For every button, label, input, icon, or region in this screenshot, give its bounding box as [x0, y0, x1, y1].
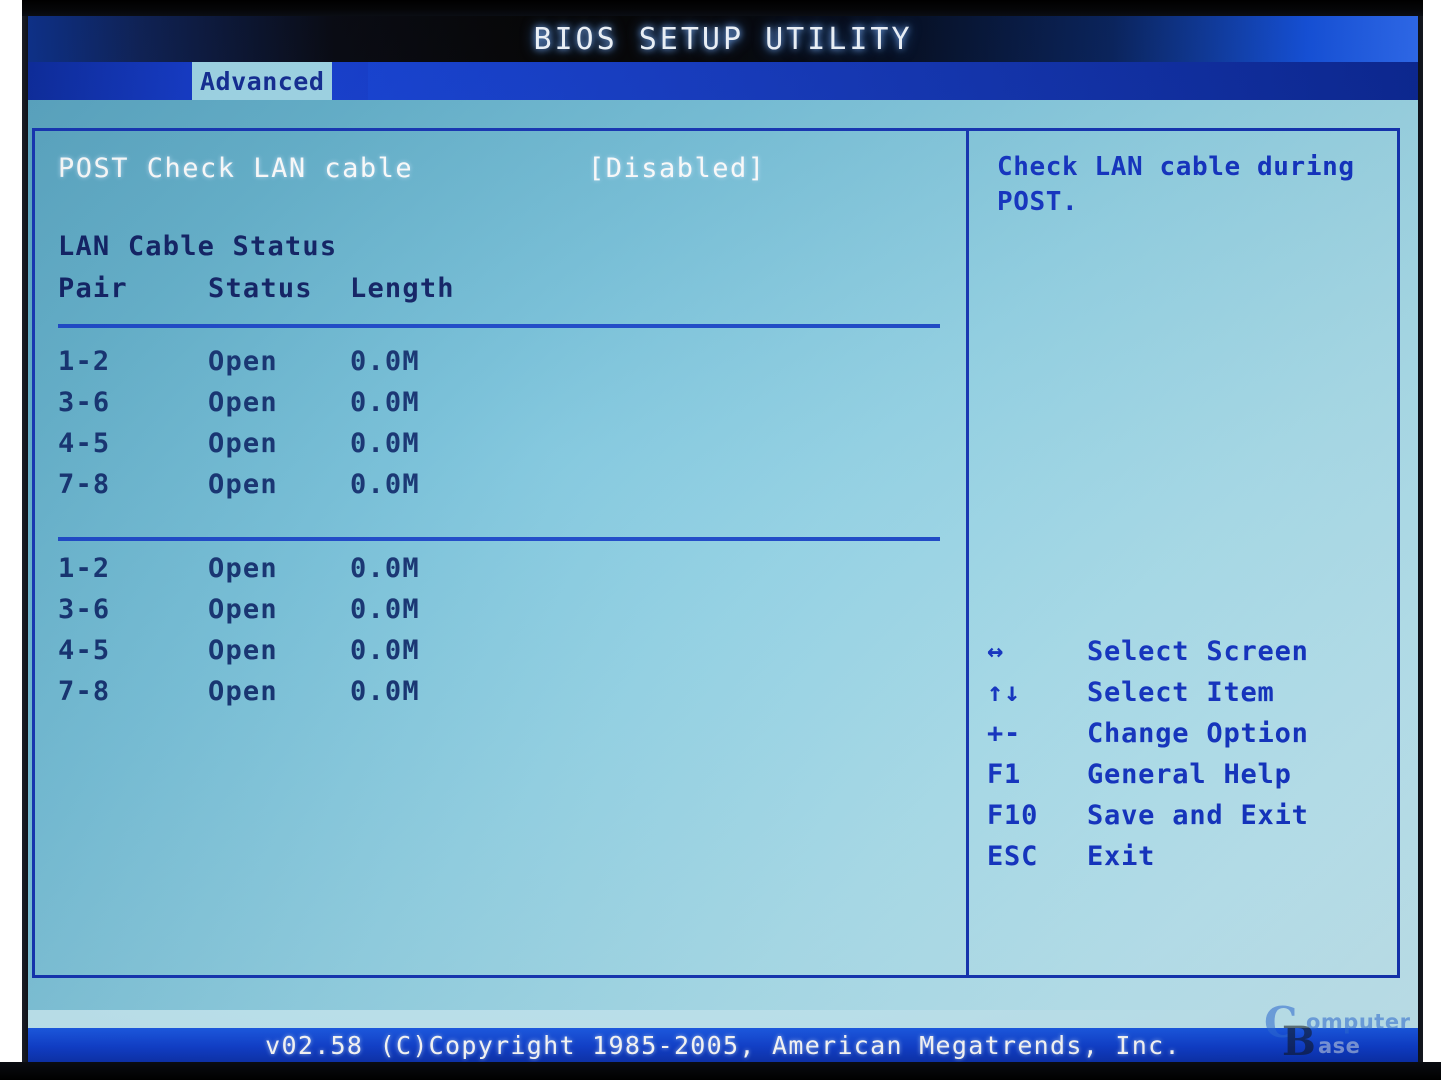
legend-item-general-help: F1 General Help [979, 759, 1399, 800]
setting-value[interactable]: [Disabled] [588, 153, 766, 184]
setting-post-check-lan-cable[interactable]: POST Check LAN cable [Disabled] [58, 153, 938, 184]
cell-length: 0.0M [350, 594, 420, 625]
legend-label: Select Screen [1087, 636, 1309, 667]
setting-label: POST Check LAN cable [58, 153, 414, 184]
legend-item-change-option: +- Change Option [979, 718, 1399, 759]
copyright-text: v02.58 (C)Copyright 1985-2005, American … [265, 1030, 1181, 1060]
table-row: 3-6 Open 0.0M [58, 387, 938, 428]
cell-status: Open [208, 469, 278, 500]
cell-pair: 1-2 [58, 346, 111, 377]
page-title: BIOS SETUP UTILITY [533, 21, 913, 57]
left-right-arrow-icon: ↔ [987, 636, 1005, 667]
column-header-status: Status [208, 273, 313, 304]
legend-item-select-screen: ↔ Select Screen [979, 636, 1399, 677]
photo-border-top [0, 0, 1441, 16]
footer-bar: v02.58 (C)Copyright 1985-2005, American … [28, 1028, 1418, 1062]
cell-pair: 7-8 [58, 676, 111, 707]
tab-bar-right-filler [368, 62, 1418, 100]
tab-advanced[interactable]: Advanced [192, 62, 333, 100]
table-row: 1-2 Open 0.0M [58, 346, 938, 387]
f1-key-icon: F1 [987, 759, 1022, 790]
title-bar: BIOS SETUP UTILITY [28, 16, 1418, 62]
cell-length: 0.0M [350, 428, 420, 459]
legend-item-save-and-exit: F10 Save and Exit [979, 800, 1399, 841]
help-pane: Check LAN cable during POST. ↔ Select Sc… [969, 128, 1400, 978]
table-row: 4-5 Open 0.0M [58, 428, 938, 469]
cell-length: 0.0M [350, 553, 420, 584]
menu-tab-bar: Advanced [28, 62, 1418, 100]
cell-status: Open [208, 594, 278, 625]
legend-item-exit: ESC Exit [979, 841, 1399, 882]
table-row: 1-2 Open 0.0M [58, 553, 938, 594]
table-separator-top [58, 324, 940, 328]
cell-status: Open [208, 346, 278, 377]
settings-pane: POST Check LAN cable [Disabled] LAN Cabl… [32, 128, 966, 978]
cell-pair: 1-2 [58, 553, 111, 584]
up-down-arrow-icon: ↑↓ [987, 677, 1022, 708]
table-row: 3-6 Open 0.0M [58, 594, 938, 635]
cell-length: 0.0M [350, 635, 420, 666]
cell-pair: 4-5 [58, 635, 111, 666]
lan-pair-block-1: 1-2 Open 0.0M 3-6 Open 0.0M 4-5 Open 0.0… [58, 346, 938, 510]
cell-length: 0.0M [350, 676, 420, 707]
column-header-pair: Pair [58, 273, 128, 304]
legend-item-select-item: ↑↓ Select Item [979, 677, 1399, 718]
legend-label: Select Item [1087, 677, 1275, 708]
legend-label: Exit [1087, 841, 1156, 872]
cell-pair: 3-6 [58, 387, 111, 418]
footer-gap [28, 1010, 1418, 1028]
esc-key-icon: ESC [987, 841, 1039, 872]
cell-length: 0.0M [350, 387, 420, 418]
legend-label: Change Option [1087, 718, 1309, 749]
cell-length: 0.0M [350, 346, 420, 377]
legend-label: General Help [1087, 759, 1292, 790]
content-area: POST Check LAN cable [Disabled] LAN Cabl… [28, 100, 1418, 1010]
table-row: 4-5 Open 0.0M [58, 635, 938, 676]
photo-border-left [0, 0, 22, 1080]
legend-label: Save and Exit [1087, 800, 1309, 831]
photo-border-bottom [0, 1062, 1441, 1080]
help-description: Check LAN cable during POST. [997, 152, 1355, 218]
cell-status: Open [208, 387, 278, 418]
section-title-lan-cable-status: LAN Cable Status [58, 231, 338, 262]
plus-minus-icon: +- [987, 718, 1022, 749]
cell-status: Open [208, 553, 278, 584]
cell-status: Open [208, 428, 278, 459]
table-row: 7-8 Open 0.0M [58, 469, 938, 510]
key-legend: ↔ Select Screen ↑↓ Select Item +- Change… [979, 636, 1399, 882]
cell-pair: 3-6 [58, 594, 111, 625]
column-header-length: Length [350, 273, 455, 304]
photo-border-right [1423, 0, 1441, 1080]
photo-frame: BIOS SETUP UTILITY Advanced POST Check L… [0, 0, 1441, 1080]
cell-status: Open [208, 676, 278, 707]
cell-length: 0.0M [350, 469, 420, 500]
bios-screen: BIOS SETUP UTILITY Advanced POST Check L… [28, 16, 1418, 1062]
lan-pair-block-2: 1-2 Open 0.0M 3-6 Open 0.0M 4-5 Open 0.0… [58, 553, 938, 717]
cell-status: Open [208, 635, 278, 666]
table-separator-middle [58, 537, 940, 541]
table-row: 7-8 Open 0.0M [58, 676, 938, 717]
cell-pair: 4-5 [58, 428, 111, 459]
tab-bar-left-filler [28, 62, 192, 100]
f10-key-icon: F10 [987, 800, 1039, 831]
cell-pair: 7-8 [58, 469, 111, 500]
